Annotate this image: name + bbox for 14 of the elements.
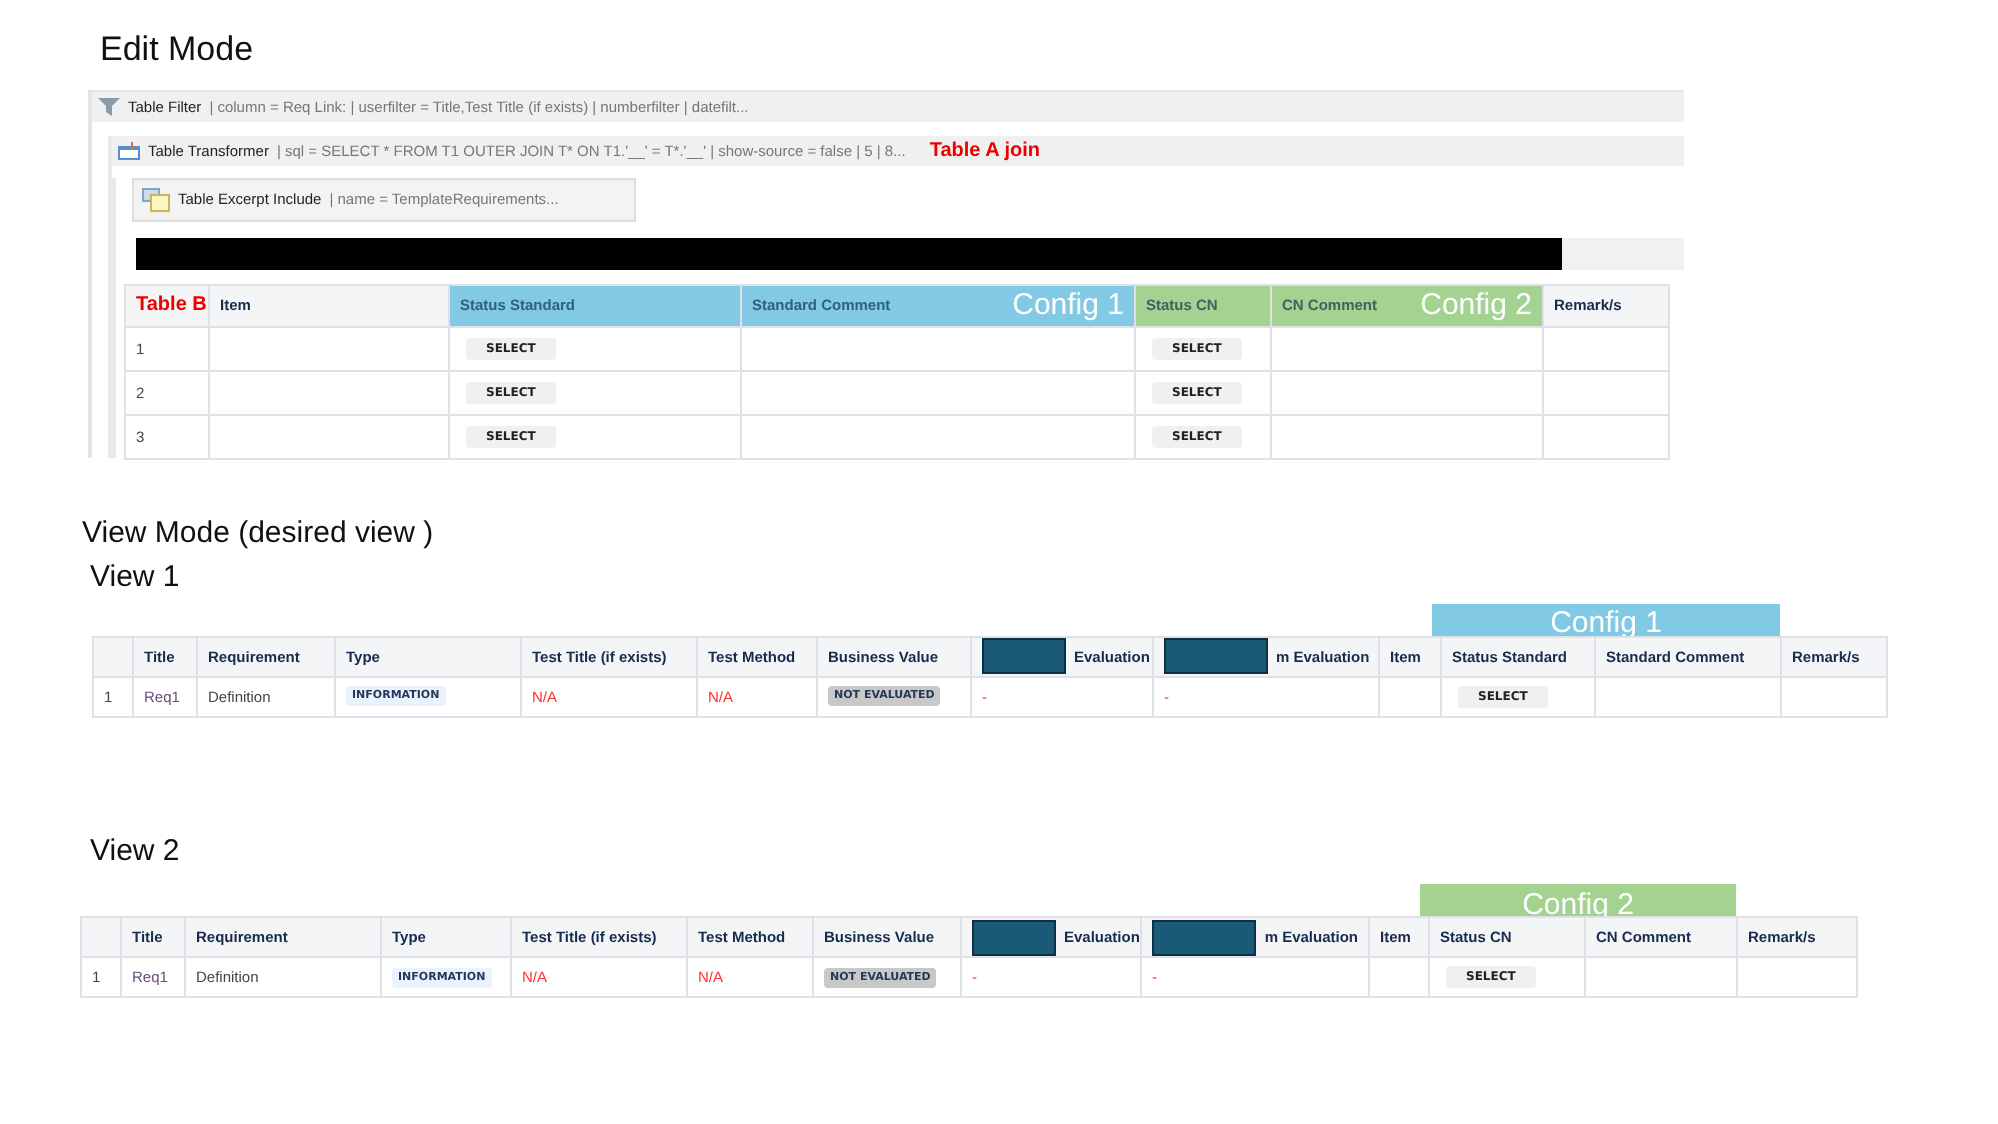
section-heading: Edit Mode (100, 32, 254, 70)
filter-icon (98, 97, 120, 116)
annotation-label: Table A join (929, 139, 1041, 162)
column-header (92, 635, 134, 678)
table-icon (118, 141, 140, 160)
table-label: Table B (136, 294, 207, 317)
view-title: View 1 (90, 562, 180, 596)
document-icon (142, 187, 170, 212)
header-strip (1562, 237, 1684, 270)
view-title: View 2 (90, 835, 180, 869)
section-heading: View Mode (desired view ) (82, 517, 434, 551)
column-header (80, 916, 122, 959)
config-label: Config 2 (1420, 288, 1532, 323)
config-label: Config 1 (1012, 288, 1124, 323)
